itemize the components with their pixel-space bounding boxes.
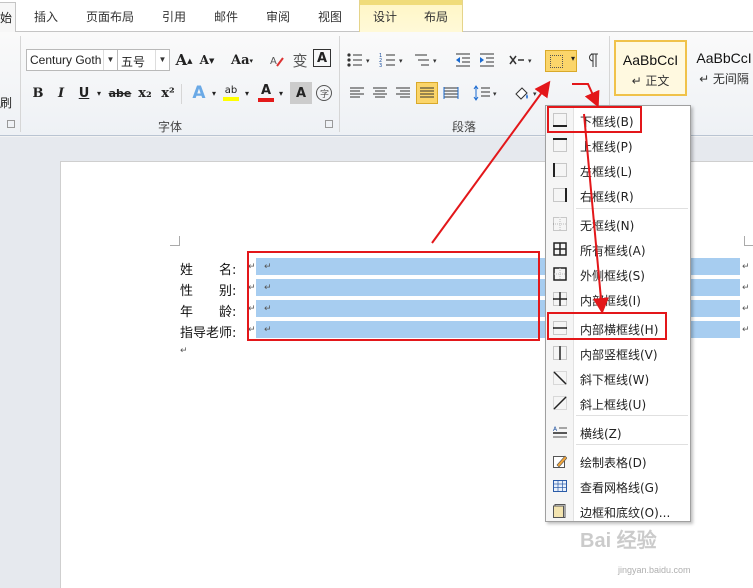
watermark-logo: Bai 经验 [580, 530, 657, 552]
arrow-selection-to-button [431, 80, 551, 244]
arrow-to-inside-horizontal [583, 113, 609, 314]
arrow-button-to-menu [572, 83, 600, 108]
annotation-arrows [431, 80, 609, 314]
watermark-url: jingyan.baidu.com [618, 565, 691, 575]
